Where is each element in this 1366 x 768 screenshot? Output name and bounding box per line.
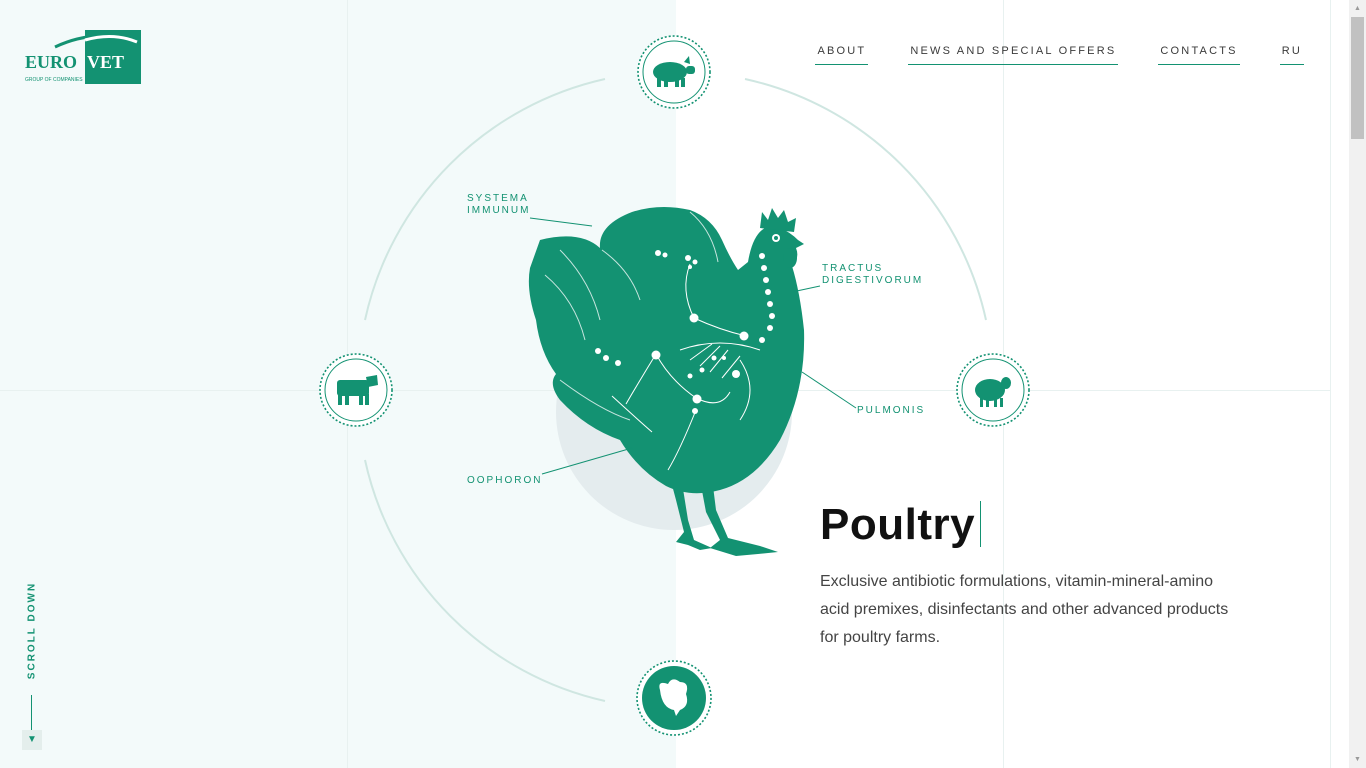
animal-selector — [319, 35, 1030, 736]
annotation-digestive: TRACTUS DIGESTIVORUM — [822, 263, 923, 287]
page-description: Exclusive antibiotic formulations, vitam… — [820, 573, 1229, 646]
page-scrollbar[interactable]: ▲ ▼ — [1349, 0, 1366, 768]
arrow-down-icon[interactable]: ▼ — [22, 730, 42, 750]
annotation-immune-line1: SYSTEMA — [467, 193, 529, 204]
scroll-down-arrow-icon[interactable]: ▼ — [1349, 751, 1366, 768]
annotation-digestive-line1: TRACTUS — [822, 263, 884, 274]
grid-line — [1330, 0, 1331, 768]
scroll-down-label: SCROLL DOWN — [26, 581, 38, 680]
cow-button[interactable] — [319, 353, 393, 427]
sheep-button[interactable] — [956, 353, 1030, 427]
page-title: Poultry — [820, 500, 976, 549]
annotation-lungs: PULMONIS — [857, 405, 926, 416]
scroll-up-arrow-icon[interactable]: ▲ — [1349, 0, 1366, 17]
annotation-immune-line2: IMMUNUM — [467, 205, 531, 216]
annotation-digestive-line2: DIGESTIVORUM — [822, 275, 924, 286]
scroll-down[interactable]: SCROLL DOWN ▼ — [22, 582, 42, 750]
annotation-ovary: OOPHORON — [467, 475, 543, 486]
poultry-button[interactable] — [636, 660, 712, 736]
pig-button[interactable] — [637, 35, 711, 109]
annotation-immune: SYSTEMA IMMUNUM — [467, 193, 530, 217]
text-cursor — [980, 501, 981, 547]
scroll-down-line — [31, 695, 32, 735]
scrollbar-thumb[interactable] — [1351, 17, 1364, 139]
